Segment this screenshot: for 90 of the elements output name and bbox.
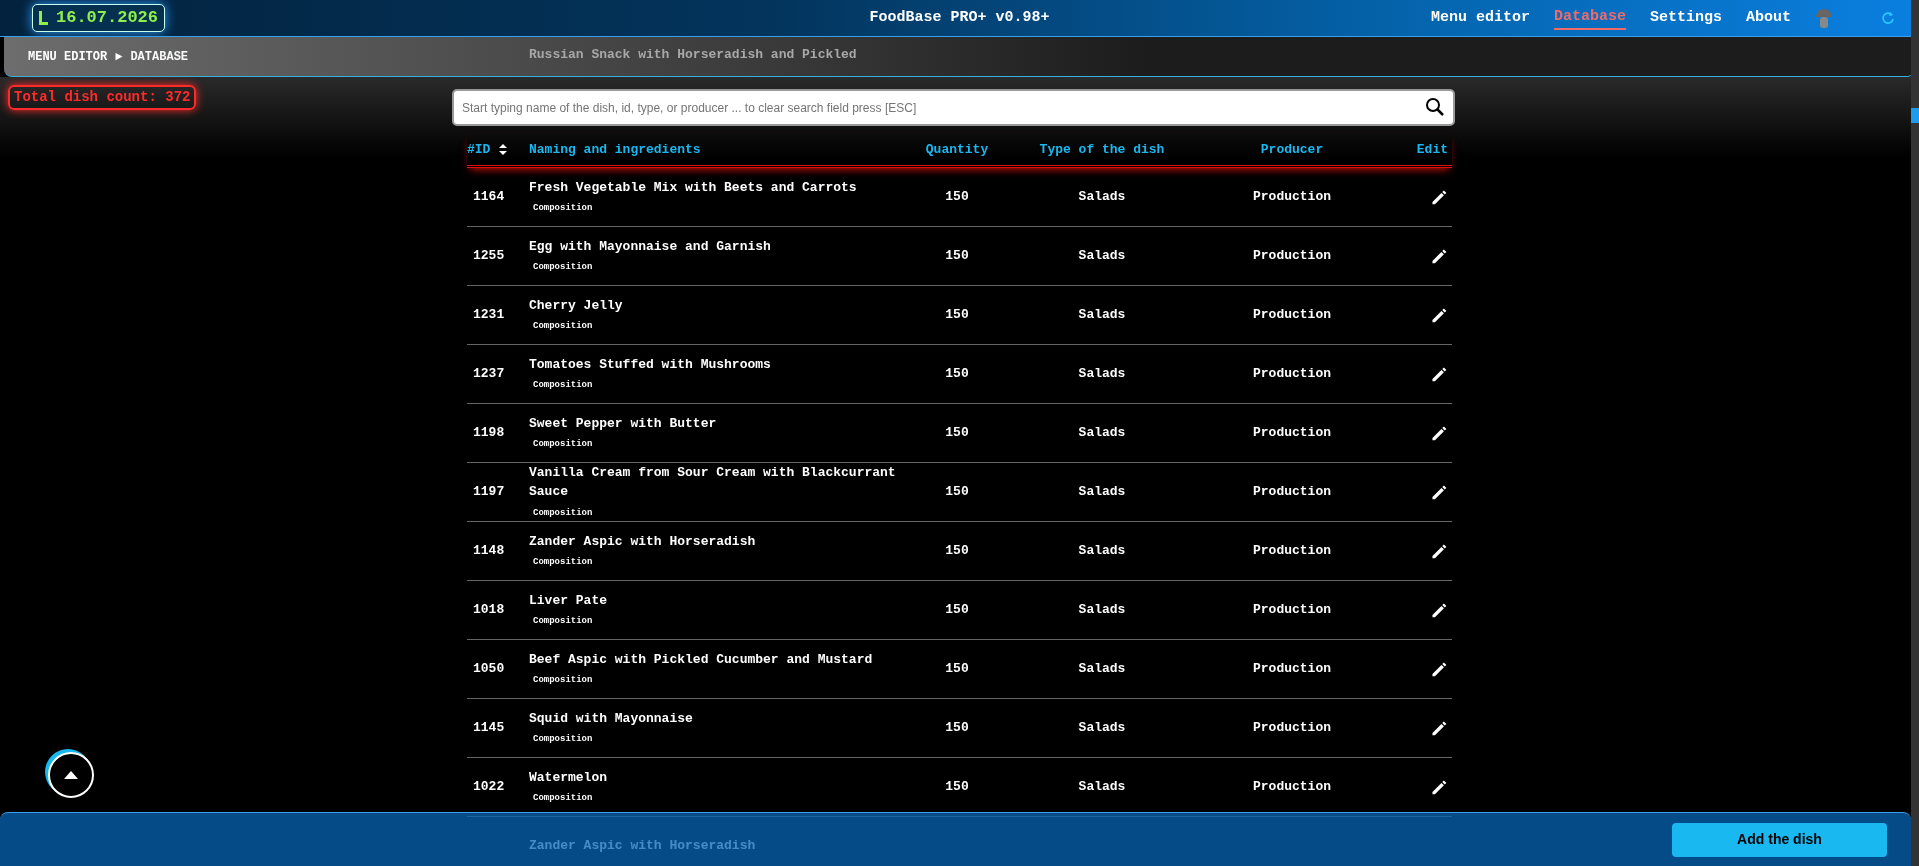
dish-name: Watermelon: [529, 768, 608, 787]
dish-id: 1255: [473, 248, 505, 264]
dish-type: Salads: [1078, 189, 1126, 205]
composition-link[interactable]: Composition: [533, 321, 593, 331]
dish-producer: Production: [1253, 366, 1331, 382]
dish-producer: Production: [1253, 484, 1331, 500]
dish-type: Salads: [1078, 602, 1126, 618]
dish-name: Zander Aspic with Horseradish: [529, 837, 757, 856]
dish-quantity: 150: [945, 720, 969, 736]
dish-type: Salads: [1078, 307, 1126, 323]
composition-link[interactable]: Composition: [533, 439, 593, 449]
dish-quantity: 150: [945, 543, 969, 559]
dish-name: Zander Aspic with Horseradish: [529, 532, 757, 551]
dish-name: Vanilla Cream from Sour Cream with Blackcurrant Sauce: [529, 463, 897, 502]
dish-producer: Production: [1253, 248, 1331, 264]
dish-name: Egg with Mayonnaise and Garnish: [529, 237, 772, 256]
composition-link[interactable]: Composition: [533, 557, 593, 567]
dish-name: Beef Aspic with Pickled Cucumber and Mustard: [529, 650, 874, 669]
dish-type: Salads: [1078, 425, 1126, 441]
dish-id: 1148: [473, 543, 505, 559]
dish-quantity: 150: [945, 189, 969, 205]
dish-type: Salads: [1078, 779, 1126, 795]
composition-link[interactable]: Composition: [533, 675, 593, 685]
dish-producer: Production: [1253, 661, 1331, 677]
date-badge: 16.07.2026: [32, 4, 166, 32]
dish-id: 1237: [473, 366, 505, 382]
search-field[interactable]: Start typing name of the dish, id, type, or producer ... to clear search field press [ESC]: [452, 89, 1455, 126]
nav-link[interactable]: Menu editor: [1430, 6, 1530, 30]
dish-id: 1018: [473, 602, 505, 618]
dish-name: Sweet Pepper with Butter: [529, 414, 718, 433]
column-header: Naming and ingredients: [529, 141, 701, 157]
dish-producer: Production: [1253, 602, 1331, 618]
dish-type: Salads: [1078, 720, 1126, 736]
add-dish-button[interactable]: Add the dish: [1672, 822, 1887, 857]
dish-id: 1198: [473, 425, 505, 441]
dish-type: Salads: [1078, 248, 1126, 264]
composition-link[interactable]: Composition: [533, 262, 593, 272]
sort-icon[interactable]: [498, 143, 509, 156]
dish-producer: Production: [1253, 425, 1331, 441]
dish-name: Squid with Mayonnaise: [529, 709, 694, 728]
dish-type: Salads: [1078, 661, 1126, 677]
dish-quantity: 150: [945, 484, 969, 500]
dish-producer: Production: [1253, 307, 1331, 323]
nav-link[interactable]: Settings: [1649, 6, 1722, 30]
scrolled-row-text: Russian Snack with Horseradish and Pickled: [529, 46, 857, 64]
column-header: Quantity: [925, 141, 989, 157]
dish-quantity: 150: [945, 366, 969, 382]
scrollbar-thumb[interactable]: [1911, 108, 1919, 123]
dish-id: 1145: [473, 720, 505, 736]
composition-link[interactable]: Composition: [533, 507, 593, 518]
composition-link[interactable]: Composition: [533, 616, 593, 626]
dish-name: Fresh Vegetable Mix with Beets and Carrots: [529, 178, 858, 197]
column-header: Type of the dish: [1039, 141, 1165, 157]
dish-quantity: 150: [945, 779, 969, 795]
column-header: Producer: [1260, 141, 1324, 157]
dish-name: Liver Pate: [529, 591, 608, 610]
dish-id: 1050: [473, 661, 505, 677]
dish-quantity: 150: [945, 602, 969, 618]
nav-link[interactable]: About: [1746, 6, 1791, 30]
dish-count: Total dish count: 372: [8, 85, 197, 110]
dish-type: Salads: [1078, 366, 1126, 382]
dish-producer: Production: [1253, 543, 1331, 559]
breadcrumb-separator: ►: [115, 48, 123, 66]
breadcrumb-item: DATABASE: [130, 48, 189, 66]
app-title: FoodBase PRO+ v0.98+: [869, 8, 1050, 28]
dish-quantity: 150: [945, 425, 969, 441]
dish-quantity: 150: [945, 661, 969, 677]
dish-id: 1231: [473, 307, 505, 323]
column-header[interactable]: #ID: [467, 139, 491, 160]
dish-producer: Production: [1253, 779, 1331, 795]
bracket-icon: [39, 11, 48, 25]
dish-id: 1164: [473, 189, 505, 205]
composition-link[interactable]: Composition: [533, 380, 593, 390]
dish-producer: Production: [1253, 189, 1331, 205]
composition-link[interactable]: Composition: [533, 793, 593, 803]
composition-link[interactable]: Composition: [533, 734, 593, 744]
dish-quantity: 150: [945, 307, 969, 323]
column-header: Edit: [1416, 141, 1448, 157]
dish-name: Tomatoes Stuffed with Mushrooms: [529, 355, 772, 374]
dish-type: Salads: [1078, 484, 1126, 500]
up-arrow-icon: [64, 770, 78, 780]
dish-producer: Production: [1253, 720, 1331, 736]
search-icon[interactable]: [1425, 97, 1445, 117]
dish-id: 1197: [473, 484, 505, 500]
dish-id: 1022: [473, 779, 505, 795]
dish-name: Cherry Jelly: [529, 296, 624, 315]
breadcrumb-item[interactable]: MENU EDITOR: [28, 47, 108, 66]
dish-type: Salads: [1078, 543, 1126, 559]
dish-quantity: 150: [945, 248, 969, 264]
composition-link[interactable]: Composition: [533, 203, 593, 213]
